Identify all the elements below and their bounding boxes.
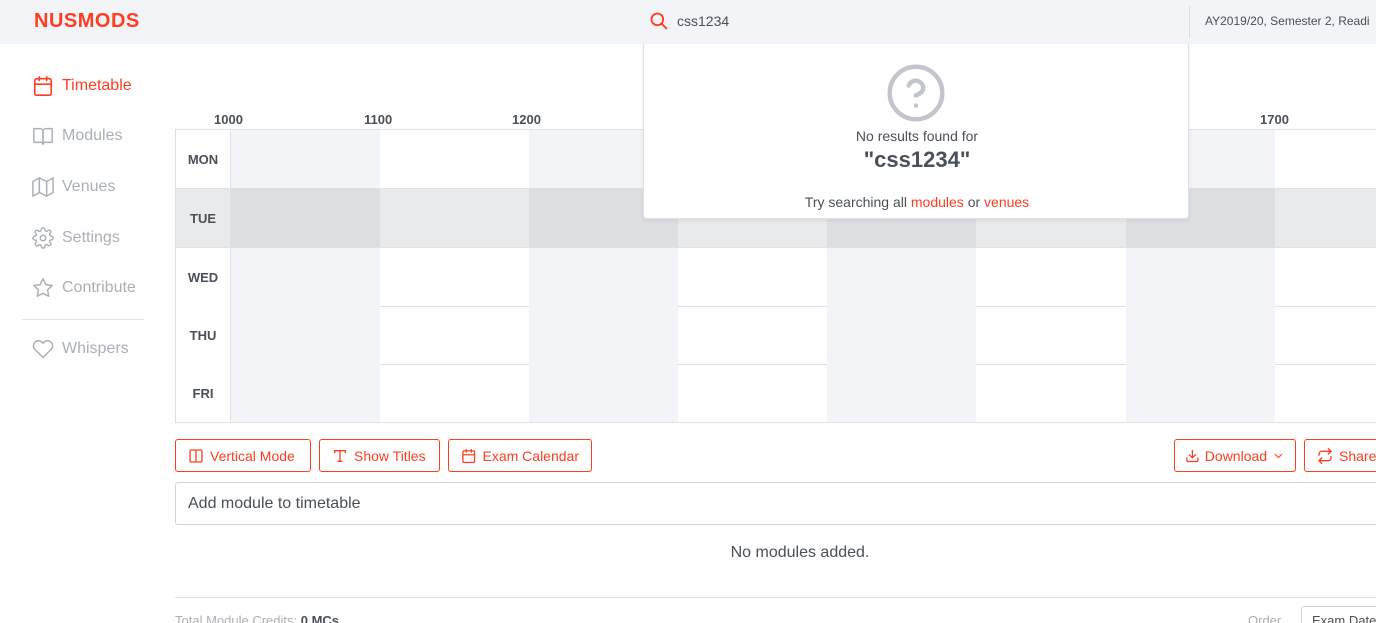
no-results-text: No results found for [855,128,979,144]
sidebar-item-label: Contribute [62,279,136,296]
chevron-down-icon [1274,453,1283,458]
footer-divider [175,597,1376,598]
time-label: 1100 [364,112,393,127]
day-label: THU [176,306,231,364]
exam-calendar-button[interactable]: Exam Calendar [448,439,592,472]
sidebar-item-label: Modules [62,127,123,144]
day-label: WED [176,248,231,306]
hour-band [231,364,380,422]
time-label: 1200 [512,112,541,127]
time-label: 1000 [214,112,243,127]
timetable-day-row: FRI [176,364,1376,422]
hour-band [1126,364,1275,422]
timetable-day-row: WED [176,248,1376,307]
share-button[interactable]: Share [1304,439,1376,472]
search-input[interactable] [677,11,1177,31]
hour-band [1126,248,1275,306]
navbar-divider [1189,6,1190,38]
hour-band [231,306,380,364]
hour-band [827,306,976,364]
sidebar-item-contribute[interactable]: Contribute [32,277,136,299]
sidebar-item-whispers[interactable]: Whispers [32,338,129,360]
hour-band [529,364,678,422]
timetable-day-row: THU [176,306,1376,365]
sidebar-item-label: Timetable [62,77,132,94]
credits-value: 0 MCs [300,613,340,623]
search-venues-link[interactable]: venues [984,194,1029,210]
sidebar-divider [22,319,144,320]
add-module-input[interactable] [175,482,1376,525]
sidebar-item-label: Venues [62,178,116,195]
hour-band [827,364,976,422]
search-results-dropdown: No results found for "css1234" Try searc… [643,44,1189,219]
hour-band [529,248,678,306]
star-icon [33,278,53,297]
semester-label: AY2019/20, Semester 2, Readi [1205,14,1370,28]
suggestion-or: or [967,194,981,210]
credits-label: Total Module Credits: [175,613,298,623]
sidebar-item-label: Whispers [62,340,129,357]
columns-icon [189,448,203,463]
day-label: FRI [176,364,231,422]
hour-band [827,248,976,306]
hour-band [231,189,380,247]
search-suggestion: Try searching all modules or venues [644,194,1190,210]
order-select[interactable]: Exam Date [1301,606,1376,623]
hour-band [1126,306,1275,364]
no-results-query: "css1234" [863,147,971,172]
hour-band [231,130,380,188]
type-icon [334,449,346,462]
day-label: TUE [176,189,231,247]
button-label: Vertical Mode [210,447,295,464]
sidebar-item-settings[interactable]: Settings [32,227,120,249]
total-credits: Total Module Credits: 0 MCs [175,613,339,623]
sidebar-item-venues[interactable]: Venues [32,176,115,198]
top-navbar: NUSMODS AY2019/20, Semester 2, Readi [0,0,1376,44]
book-icon [33,127,53,145]
sidebar-item-modules[interactable]: Modules [32,125,122,147]
show-titles-button[interactable]: Show Titles [319,439,440,472]
time-label: 1700 [1260,112,1289,127]
sidebar-item-timetable[interactable]: Timetable [32,75,132,97]
search-icon [650,12,668,30]
gear-icon [32,227,54,249]
download-button[interactable]: Download [1174,439,1296,472]
day-label: MON [176,130,231,188]
button-label: Share [1339,447,1376,464]
calendar-icon [462,448,476,463]
download-icon [1186,449,1199,462]
suggestion-prefix: Try searching all [804,194,907,210]
sidebar-item-label: Settings [62,229,120,246]
search-modules-link[interactable]: modules [911,194,964,210]
button-label: Download [1204,447,1268,464]
help-circle-icon [887,64,945,122]
repeat-icon [1318,447,1332,464]
button-label: Show Titles [354,447,426,464]
hour-band [529,306,678,364]
button-label: Exam Calendar [482,447,580,464]
map-icon [32,177,54,197]
heart-icon [32,340,54,359]
brand-logo[interactable]: NUSMODS [34,10,140,33]
calendar-icon [33,76,53,96]
order-label: Order [1248,613,1282,623]
hour-band [231,248,380,306]
no-modules-message: No modules added. [730,544,870,561]
vertical-mode-button[interactable]: Vertical Mode [175,439,311,472]
